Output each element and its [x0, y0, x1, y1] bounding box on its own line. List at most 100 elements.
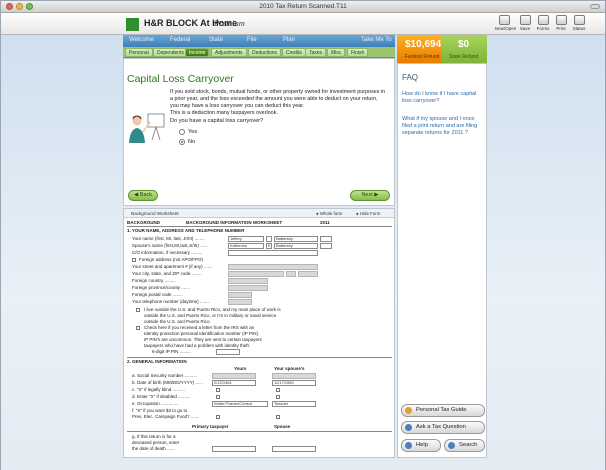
your-blind-checkbox[interactable]: [216, 388, 220, 392]
your-suffix-select[interactable]: [320, 236, 332, 242]
foreign-country-input[interactable]: [228, 278, 268, 284]
row-label: Your telephone number (daytime) ........: [132, 299, 210, 304]
question-text: Do you have a capital loss carryover?: [170, 118, 264, 124]
faq-link[interactable]: What if my spouse and I once filed a joi…: [402, 116, 484, 137]
nav-tab-plan[interactable]: Plan: [283, 37, 295, 43]
window-title: 2010 Tax Return Scanned.T11: [259, 3, 347, 10]
faq-heading: FAQ: [402, 73, 419, 82]
spouse-last-name-input[interactable]: Battersby: [274, 243, 318, 249]
row-label: Your city, state, and ZIP code ........: [132, 271, 202, 276]
status-button[interactable]: Status: [570, 15, 588, 31]
your-first-name-input[interactable]: Jeffery: [228, 236, 264, 242]
search-button[interactable]: Search: [444, 439, 485, 452]
form-header-year: 2011: [320, 220, 330, 225]
federal-refund-amount: $10,694: [405, 39, 442, 50]
subnav-income[interactable]: Income: [185, 48, 210, 57]
your-campaign-checkbox[interactable]: [216, 415, 220, 419]
spouse-suffix-select[interactable]: [320, 243, 332, 249]
spouse-disabled-checkbox[interactable]: [276, 395, 280, 399]
state-refund-meter[interactable]: $0 State Refund: [441, 35, 487, 63]
print-button[interactable]: Print: [552, 15, 570, 31]
spouse-ssn-input[interactable]: [272, 373, 316, 379]
new-open-button[interactable]: New/Open: [495, 15, 516, 31]
radio-no[interactable]: [179, 139, 185, 145]
forms-button[interactable]: Forms: [534, 15, 552, 31]
help-button[interactable]: Help: [401, 439, 441, 452]
faq-link[interactable]: How do I know if I have capital loss car…: [402, 91, 484, 105]
divider: [127, 431, 392, 432]
radio-yes[interactable]: [179, 129, 185, 135]
nav-tab-federal[interactable]: Federal: [170, 37, 190, 43]
divider: [127, 357, 392, 358]
subnav-adjustments[interactable]: Adjustments: [211, 48, 247, 57]
take-me-to-menu[interactable]: Take Me To: [361, 37, 392, 43]
subnav-finish[interactable]: Finish: [347, 48, 369, 57]
status-icon: [573, 15, 585, 25]
deduction-note: This is a deduction many taxpayers overl…: [170, 110, 278, 116]
your-disabled-checkbox[interactable]: [216, 395, 220, 399]
state-refund-amount: $0: [458, 39, 470, 50]
ask-tax-question-button[interactable]: Ask a Tax Question: [401, 421, 485, 434]
next-button[interactable]: Next ▶: [350, 190, 390, 201]
federal-refund-label: Federal Refund: [405, 54, 440, 60]
primary-date-of-death-input[interactable]: [212, 446, 256, 452]
your-dob-input[interactable]: 2/12/1961: [212, 380, 256, 386]
street-address-input[interactable]: [228, 264, 318, 270]
title-bar: 2010 Tax Return Scanned.T11: [1, 1, 605, 13]
subnav-credits[interactable]: Credits: [282, 48, 306, 57]
subnav-deductions[interactable]: Deductions: [248, 48, 282, 57]
hide-form-button[interactable]: ● Hide Form: [356, 211, 380, 216]
your-last-name-input[interactable]: Battersby: [274, 236, 318, 242]
subnav-taxes[interactable]: Taxes: [305, 48, 327, 57]
forms-icon: [537, 15, 549, 25]
spouse-campaign-checkbox[interactable]: [276, 415, 280, 419]
foreign-province-input[interactable]: [228, 285, 268, 291]
spouse-dob-input[interactable]: 11/17/1960: [272, 380, 316, 386]
foreign-postal-input[interactable]: [228, 292, 252, 298]
save-button[interactable]: Save: [516, 15, 534, 31]
outside-us-checkbox[interactable]: [136, 308, 140, 312]
column-yours: Yours: [234, 366, 247, 371]
ip-pin-checkbox[interactable]: [136, 326, 140, 330]
your-ssn-input[interactable]: [212, 373, 256, 379]
personal-tax-guide-label: Personal Tax Guide: [416, 407, 467, 413]
nav-tab-state[interactable]: State: [209, 37, 223, 43]
row-label: d. Enter "X" if disabled ..........: [132, 394, 191, 399]
intro-line: a prior year, and the loss exceeded the …: [170, 96, 378, 102]
row-label: Foreign address (not APO/FPO): [139, 257, 204, 262]
nav-tab-welcome[interactable]: Welcome: [129, 37, 154, 43]
subnav-personal[interactable]: Personal: [125, 48, 153, 57]
worksheet-header: Background Worksheet ● Whole form ● Hide…: [124, 209, 394, 218]
spouse-occupation-input[interactable]: Teacher: [272, 401, 316, 407]
subnav-dependents[interactable]: Dependents: [153, 48, 188, 57]
worksheet-name: Background Worksheet: [131, 211, 179, 216]
ip-pin-text: IP PIN's are uncommon. They are sent to …: [144, 337, 262, 342]
zip-input[interactable]: [298, 271, 318, 277]
subnav-misc[interactable]: Misc: [327, 48, 346, 57]
spouse-date-of-death-input[interactable]: [272, 446, 316, 452]
your-mi-input[interactable]: [266, 236, 272, 242]
nav-tab-file[interactable]: File: [247, 37, 257, 43]
spouse-blind-checkbox[interactable]: [276, 388, 280, 392]
spouse-mi-input[interactable]: E: [266, 243, 272, 249]
your-occupation-input[interactable]: Writer/Trainer/Consul: [212, 401, 268, 407]
ip-pin-text: Check here if you received a letter from…: [144, 325, 255, 330]
city-input[interactable]: [228, 271, 284, 277]
advisor-illustration-icon: [129, 113, 165, 143]
radio-yes-label: Yes: [188, 129, 198, 135]
spouse-first-name-input[interactable]: Katherine: [228, 243, 264, 249]
tax-guide-icon: [405, 407, 412, 414]
ip-pin-input[interactable]: [216, 349, 240, 355]
telephone-input[interactable]: [228, 299, 252, 305]
whole-form-button[interactable]: ● Whole form: [316, 211, 342, 216]
foreign-address-checkbox[interactable]: [132, 258, 136, 262]
toolbar-toggle-button[interactable]: [590, 4, 600, 9]
back-button[interactable]: ◀ Back: [128, 190, 158, 201]
outside-us-text: I live outside the U.S. and Puerto Rico,…: [144, 307, 281, 312]
personal-tax-guide-button[interactable]: Personal Tax Guide: [401, 404, 485, 417]
interview-panel: Capital Loss Carryover If you sold stock…: [123, 58, 395, 206]
co-information-input[interactable]: [228, 250, 318, 256]
row-label: a. Social Security number ..........: [132, 373, 198, 378]
state-input[interactable]: [286, 271, 296, 277]
row-label: Your street and apartment # (if any) ...…: [132, 264, 213, 269]
